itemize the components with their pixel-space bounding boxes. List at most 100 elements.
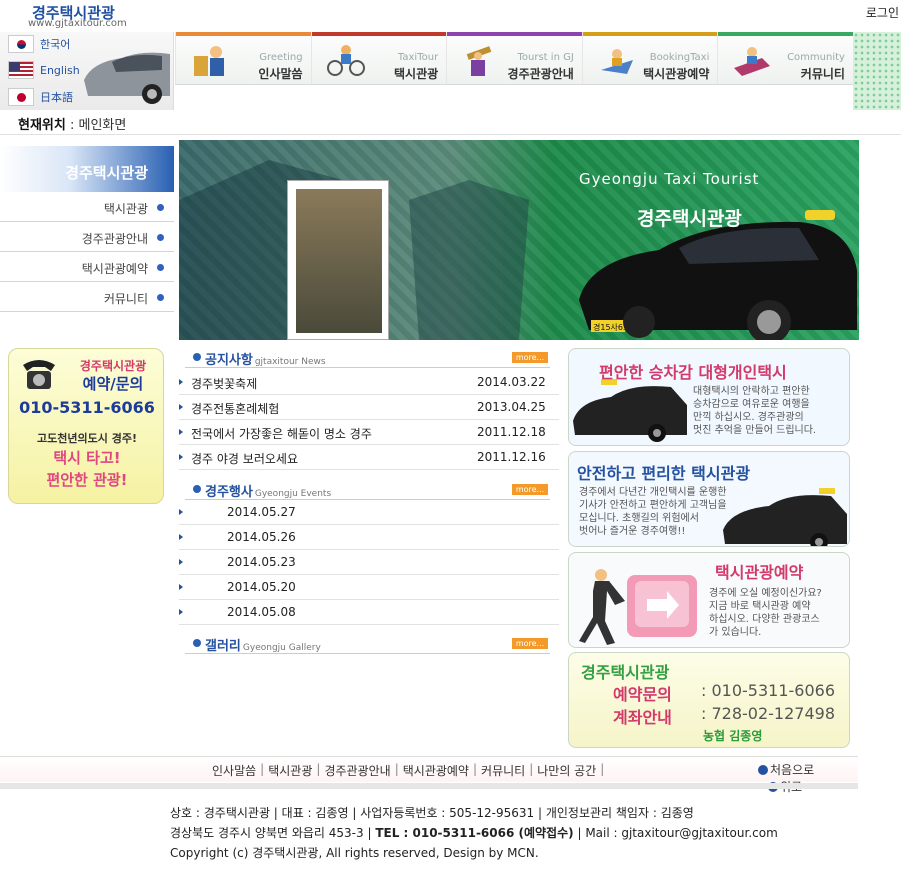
contact-account: : 728-02-127498 xyxy=(701,704,835,723)
greeting-person-icon xyxy=(194,46,224,76)
event-row[interactable]: 2014.05.26 xyxy=(179,525,559,550)
bell-photo xyxy=(296,189,382,333)
promo-contact: 경주택시관광 예약문의 : 010-5311-6066 계좌안내 : 728-0… xyxy=(568,652,850,748)
notice-title: 공지사항 gjtaxitour News xyxy=(205,353,326,368)
call-slogan: 고도천년의도시 경주! xyxy=(37,432,137,445)
gallery-title: 갤러리 Gyeongju Gallery xyxy=(205,639,321,654)
arrow-icon xyxy=(179,609,183,615)
footer-link[interactable]: 인사말씀 xyxy=(212,762,256,779)
footer-copyright: Copyright (c) 경주택시관광, All rights reserve… xyxy=(170,846,539,860)
bicycle-tour-icon xyxy=(326,45,365,76)
promo-safe-tour[interactable]: 안전하고 편리한 택시관광 경주에서 다년간 개인택시를 운행한 기사가 안전하고… xyxy=(568,451,850,547)
pushing-keyboard-key-icon xyxy=(579,569,697,645)
promo-booking[interactable]: 택시관광예약 경주에 오실 예정이신가요? 지금 바로 택시관광 예약 하십시오. … xyxy=(568,552,850,648)
call-subtitle: 예약/문의 xyxy=(82,375,144,393)
nav-en: Community xyxy=(787,52,845,63)
notice-row[interactable]: 경주벚꽃축제 2014.03.22 xyxy=(179,370,559,395)
notice-row[interactable]: 전국에서 가장좋은 해돋이 명소 경주 2011.12.18 xyxy=(179,420,559,445)
booking-person-icon xyxy=(600,49,633,74)
footer-top-links: 처음으로 위로 xyxy=(758,761,858,795)
breadcrumb-sep: : xyxy=(65,118,79,133)
promo-text: 대형택시의 안락하고 편안한 승차감으로 여유로운 여행을 만끽 하십시오. 경주관… xyxy=(693,386,817,436)
lang-english[interactable]: English xyxy=(8,60,80,80)
nav-community[interactable]: Community 커뮤니티 xyxy=(717,32,853,84)
nav-en: Tourst in GJ xyxy=(517,52,574,63)
promo-heading: 안전하고 편리한 택시관광 xyxy=(577,464,751,483)
breadcrumb-current: 메인화면 xyxy=(78,118,127,133)
main-nav: Greeting 인사말씀 TaxiTour 택시관광 Tourst in GJ 경주… xyxy=(175,32,853,84)
first-page-link[interactable]: 처음으로 xyxy=(758,761,814,778)
notice-row[interactable]: 경주전통혼례체험 2013.04.25 xyxy=(179,395,559,420)
lang-korean[interactable]: 한국어 xyxy=(8,34,70,54)
bullet-icon xyxy=(193,353,201,361)
nav-greeting[interactable]: Greeting 인사말씀 xyxy=(175,32,311,84)
bullet-icon xyxy=(193,485,201,493)
arrow-icon xyxy=(179,404,183,410)
divider xyxy=(0,134,901,135)
nav-tour-gj[interactable]: Tourst in GJ 경주관광안내 xyxy=(446,32,582,84)
nav-ko: 택시관광예약 xyxy=(643,67,710,81)
breadcrumb: 현재위치 : 메인화면 xyxy=(18,114,126,133)
gallery-more-button[interactable]: more... xyxy=(512,638,548,649)
nav-taxitour[interactable]: TaxiTour 택시관광 xyxy=(310,32,447,84)
footer-link[interactable]: 커뮤니티 xyxy=(481,762,525,779)
lang-label: 日本語 xyxy=(40,91,73,104)
event-row[interactable]: 2014.05.23 xyxy=(179,550,559,575)
event-row[interactable]: 2014.05.08 xyxy=(179,600,559,625)
taxi-car-icon xyxy=(573,379,687,442)
footer-link[interactable]: 택시관광 xyxy=(268,762,312,779)
event-row[interactable]: 2014.05.27 xyxy=(179,500,559,525)
notice-header: 공지사항 gjtaxitour News more... xyxy=(185,348,550,368)
banner-title-en: Gyeongju Taxi Tourist xyxy=(579,170,760,188)
bullet-icon xyxy=(193,639,201,647)
gallery-header: 갤러리 Gyeongju Gallery more... xyxy=(185,634,550,654)
us-flag-icon xyxy=(8,61,34,79)
header-green-pattern xyxy=(853,32,901,110)
nav-ko: 경주관광안내 xyxy=(507,67,574,81)
notice-row[interactable]: 경주 야경 보러오세요 2011.12.16 xyxy=(179,445,559,470)
reservation-call-box[interactable]: 경주택시관광 예약/문의 010-5311-6066 고도천년의도시 경주! 택… xyxy=(8,348,164,504)
footer-nav: 인사말씀 | 택시관광 | 경주관광안내 | 택시관광예약 | 커뮤니티 | 나만의 공간… xyxy=(0,756,858,794)
nav-ko: 택시관광 xyxy=(394,67,439,81)
bell-photo-frame xyxy=(287,180,389,340)
promo-large-taxi[interactable]: 편안한 승차감 대형개인택시 대형택시의 안락하고 편안한 승차감으로 여유로운 … xyxy=(568,348,850,446)
telescope-icon xyxy=(466,46,492,76)
arrow-icon xyxy=(179,379,183,385)
events-header: 경주행사 Gyeongju Events more... xyxy=(185,480,550,500)
sidebar-item-booking[interactable]: 택시관광예약 xyxy=(0,252,174,282)
call-tagline-1: 택시 타고! xyxy=(53,449,121,467)
login-link[interactable]: 로그인 xyxy=(866,4,899,21)
magic-carpet-icon xyxy=(734,47,771,76)
lang-label: 한국어 xyxy=(40,38,71,51)
footer-divider xyxy=(0,783,858,789)
promo-text: 경주에서 다년간 개인택시를 운행한 기사가 안전하고 편안하게 고객님을 모십니다… xyxy=(579,487,727,537)
contact-bank: 농협 김종영 xyxy=(703,729,763,743)
nav-booking[interactable]: BookingTaxi 택시관광예약 xyxy=(581,32,718,84)
banner-title-ko: 경주택시관광 xyxy=(637,208,742,230)
sidebar-title: 경주택시관광 xyxy=(0,146,174,192)
breadcrumb-label: 현재위치 xyxy=(18,118,66,133)
footer-link[interactable]: 택시관광예약 xyxy=(403,762,469,779)
lang-label: English xyxy=(40,63,80,77)
sidebar-item-taxitour[interactable]: 택시관광 xyxy=(0,192,174,222)
main-banner: 경15사6327 Gyeongju Taxi Tourist 경주택시관광 xyxy=(179,140,859,340)
footer-link[interactable]: 경주관광안내 xyxy=(324,762,390,779)
nav-ko: 커뮤니티 xyxy=(800,67,845,81)
footer-address: 경상북도 경주시 양북면 와읍리 453-3 | TEL : 010-5311-… xyxy=(170,826,778,840)
notice-more-button[interactable]: more... xyxy=(512,352,548,363)
nav-en: TaxiTour xyxy=(397,52,439,63)
footer-link[interactable]: 나만의 공간 xyxy=(537,762,596,779)
footer-company-info: 상호 : 경주택시관광 | 대표 : 김종영 | 사업자등록번호 : 505-1… xyxy=(170,806,694,820)
arrow-icon xyxy=(179,559,183,565)
sidebar-item-tour-info[interactable]: 경주관광안내 xyxy=(0,222,174,252)
arrow-icon xyxy=(179,584,183,590)
japan-flag-icon xyxy=(8,88,34,106)
events-more-button[interactable]: more... xyxy=(512,484,548,495)
event-row[interactable]: 2014.05.20 xyxy=(179,575,559,600)
lang-japanese[interactable]: 日本語 xyxy=(8,87,73,107)
site-url: www.gjtaxitour.com xyxy=(28,18,127,29)
call-title: 경주택시관광 xyxy=(79,359,147,373)
promo-text: 경주에 오실 예정이신가요? 지금 바로 택시관광 예약 하십시오. 다양한 관광코… xyxy=(709,588,822,638)
sub-nav-bar xyxy=(175,84,853,110)
sidebar-item-community[interactable]: 커뮤니티 xyxy=(0,282,174,312)
